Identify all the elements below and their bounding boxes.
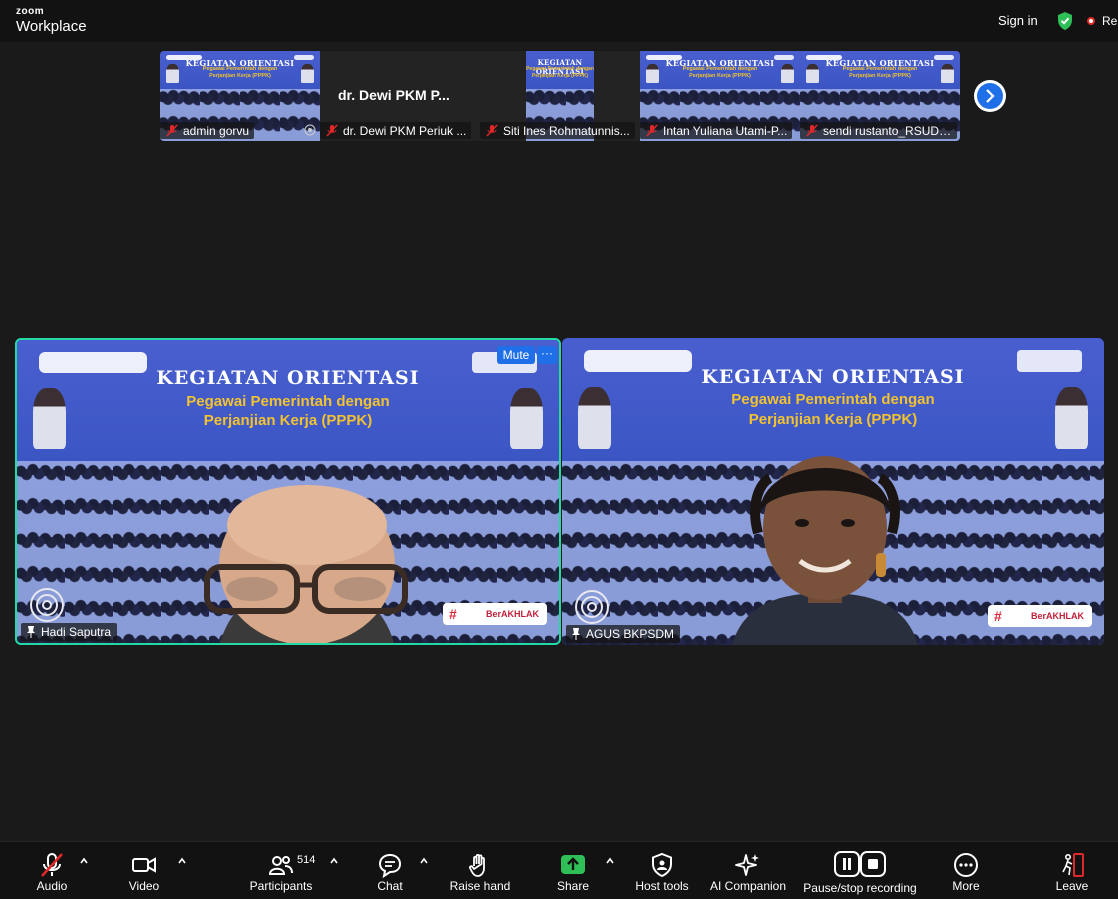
mic-muted-icon (486, 124, 498, 137)
poster-subtitle: Pegawai Pemerintah dengan Perjanjian Kerj… (186, 392, 390, 430)
brand-badge: # BerAKHLAK (988, 605, 1092, 627)
poster-title: KEGIATAN ORIENTASI (156, 367, 420, 390)
mute-participant-button[interactable]: Mute (497, 346, 535, 364)
ai-companion-button[interactable]: AI Companion (708, 842, 788, 899)
host-tools-label: Host tools (635, 879, 689, 893)
share-button[interactable]: Share (543, 842, 603, 899)
participant-video-person (732, 456, 918, 645)
poster-title: KEGIATAN ORIENTASI (701, 365, 965, 388)
speaking-indicator-icon (304, 124, 316, 136)
participant-thumbnail[interactable]: KEGIATAN ORIENTASI Pegawai Pemerintah de… (800, 51, 960, 141)
mic-muted-icon (326, 124, 338, 137)
participants-options-chevron-up-icon[interactable] (329, 856, 339, 866)
participants-label: Participants (249, 879, 313, 893)
host-tools-shield-icon (652, 852, 672, 878)
ai-companion-label: AI Companion (709, 879, 787, 893)
video-camera-icon (132, 857, 156, 873)
poster-subtitle: Pegawai Pemerintah dengan Perjanjian Kerj… (842, 66, 918, 80)
poster-subtitle: Pegawai Pemerintah dengan Perjanjian Kerj… (526, 66, 594, 79)
pin-icon (27, 626, 35, 638)
audio-label: Audio (36, 879, 68, 893)
logo-line-zoom: zoom (16, 6, 45, 17)
host-tools-button[interactable]: Host tools (627, 842, 697, 899)
poster-subtitle: Pegawai Pemerintah dengan Perjanjian Kerj… (731, 391, 935, 428)
video-tile-active-speaker[interactable]: KEGIATAN ORIENTASI Pegawai Pemerintah de… (15, 338, 561, 645)
participant-count-badge: 514 (297, 854, 316, 866)
security-shield-icon[interactable] (1056, 11, 1074, 31)
mic-muted-icon (806, 124, 818, 137)
top-bar: zoom Workplace Sign in Re (0, 0, 1118, 42)
video-label: Video (128, 879, 160, 893)
recording-label[interactable]: Re (1102, 14, 1117, 28)
video-tile[interactable]: KEGIATAN ORIENTASI Pegawai Pemerintah de… (562, 338, 1104, 645)
gallery-thumbnail-strip: KEGIATAN ORIENTASI Pegawai Pemerintah de… (160, 51, 960, 141)
raise-hand-icon (469, 853, 485, 877)
raise-hand-button[interactable]: Raise hand (445, 842, 515, 899)
audio-button[interactable]: Audio (22, 842, 82, 899)
ai-companion-sparkle-icon (735, 854, 759, 876)
audio-options-chevron-up-icon[interactable] (79, 856, 89, 866)
participant-video-person (204, 485, 408, 643)
participant-video-off-name: dr. Dewi PKM P... (338, 87, 450, 103)
pin-icon (572, 628, 580, 640)
recording-label: Pause/stop recording (803, 881, 917, 895)
pause-stop-recording-button[interactable]: Pause/stop recording (800, 842, 920, 899)
video-options-chevron-up-icon[interactable] (177, 856, 187, 866)
share-screen-icon (561, 855, 585, 874)
tile-more-options-button[interactable]: ··· (537, 346, 557, 364)
participant-name-label: dr. Dewi PKM Periuk ... (320, 122, 472, 139)
leave-button[interactable]: Leave (1044, 842, 1100, 899)
participant-thumbnail[interactable]: KEGIATAN ORIENTASI Pegawai Pemerintah de… (480, 51, 640, 141)
participant-name-label: Hadi Saputra (21, 623, 118, 641)
leave-door-icon (1062, 853, 1084, 877)
leave-label: Leave (1055, 879, 1089, 893)
chevron-right-icon (977, 83, 1003, 109)
pause-stop-recording-icon (834, 851, 886, 877)
chat-label: Chat (377, 879, 403, 893)
participant-name-label: Siti Ines Rohmatunnis... (480, 122, 635, 139)
next-page-button[interactable] (974, 80, 1006, 112)
mic-muted-icon (646, 124, 658, 137)
participant-name-label: admin gorvu (160, 122, 255, 139)
sign-in-link[interactable]: Sign in (998, 13, 1038, 28)
participant-thumbnail[interactable]: KEGIATAN ORIENTASI Pegawai Pemerintah de… (160, 51, 320, 141)
more-button[interactable]: More (936, 842, 996, 899)
poster-subtitle: Pegawai Pemerintah dengan Perjanjian Kerj… (682, 66, 758, 80)
raise-hand-label: Raise hand (449, 879, 511, 893)
brand-badge: # BerAKHLAK (443, 603, 547, 625)
recording-dot-icon (1087, 17, 1095, 25)
chat-options-chevron-up-icon[interactable] (419, 856, 429, 866)
zoom-workplace-logo: zoom Workplace (16, 6, 87, 35)
chat-button[interactable]: Chat (360, 842, 420, 899)
more-ellipsis-icon (954, 853, 978, 877)
participants-button[interactable]: Participants (246, 842, 316, 899)
logo-line-workplace: Workplace (16, 18, 87, 35)
meeting-toolbar: Audio Video Participants 514 Chat Raise … (0, 841, 1118, 899)
participant-name-label: AGUS BKPSDM (566, 625, 681, 643)
share-options-chevron-up-icon[interactable] (605, 856, 615, 866)
target-ring-icon (30, 588, 64, 622)
more-label: More (952, 879, 980, 893)
chat-bubble-icon (378, 853, 402, 878)
participant-name-label: sendi rustanto_RSUD ... (800, 122, 957, 139)
participant-thumbnail[interactable]: KEGIATAN ORIENTASI Pegawai Pemerintah de… (640, 51, 800, 141)
microphone-muted-icon (41, 853, 63, 877)
poster-subtitle: Pegawai Pemerintah dengan Perjanjian Kerj… (202, 66, 278, 80)
video-button[interactable]: Video (114, 842, 174, 899)
participants-icon (268, 856, 293, 875)
target-ring-icon (575, 590, 609, 624)
participant-name-label: Intan Yuliana Utami-P... (640, 122, 793, 139)
mic-muted-icon (166, 124, 178, 137)
share-label: Share (556, 879, 590, 893)
